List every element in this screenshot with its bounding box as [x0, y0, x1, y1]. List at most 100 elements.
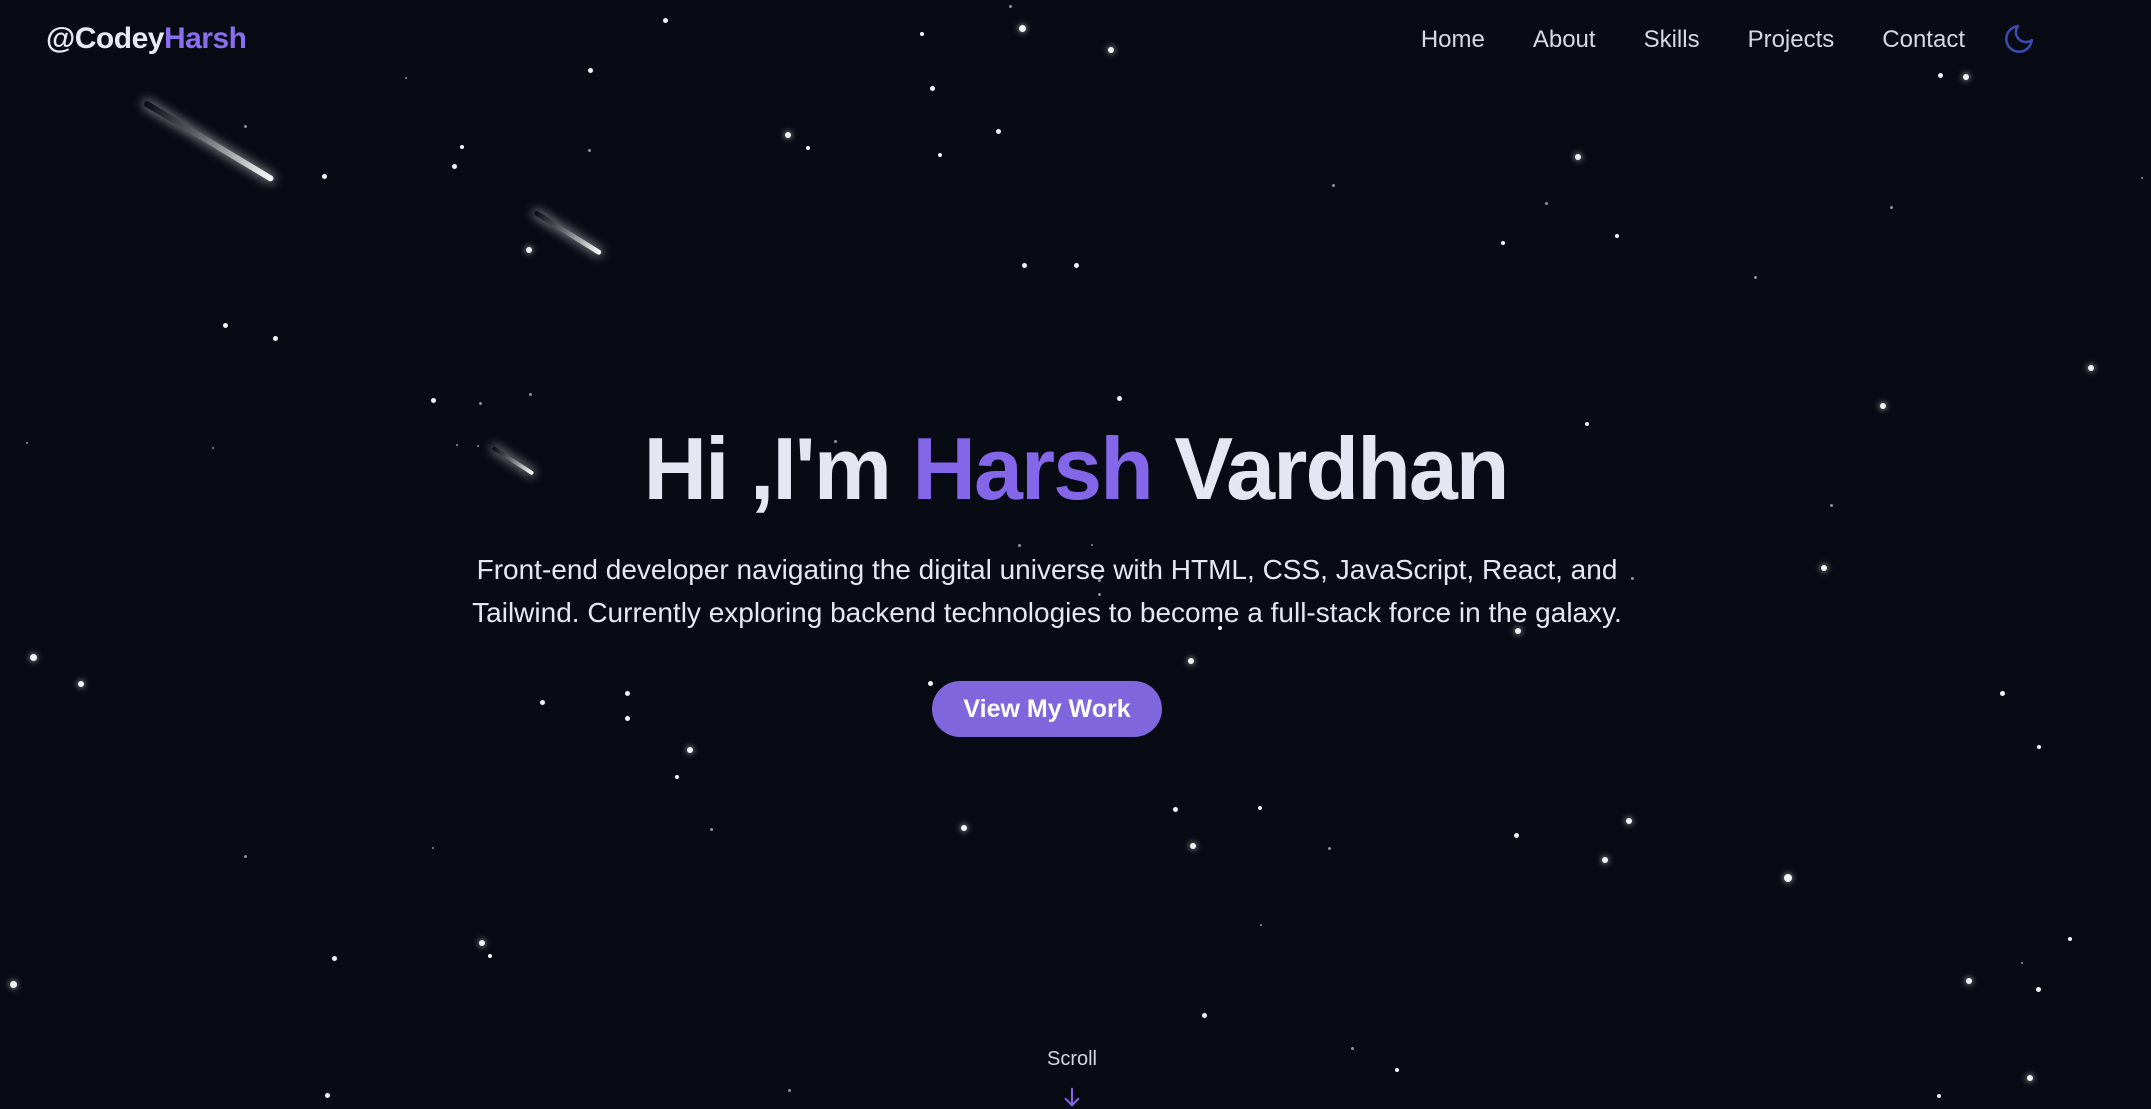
star [1626, 818, 1632, 824]
star [1116, 395, 1122, 401]
scroll-indicator-label[interactable]: Scroll [1022, 1048, 1122, 1071]
star [1753, 275, 1757, 279]
star [785, 132, 791, 138]
theme-toggle-button[interactable] [2002, 22, 2036, 56]
star [587, 67, 593, 73]
hero-greeting: Hi ,I'm [643, 419, 892, 518]
star [1513, 832, 1519, 838]
star [1190, 843, 1196, 849]
star [675, 775, 679, 779]
star [9, 980, 17, 988]
logo-name: Harsh [163, 22, 247, 55]
view-my-work-button[interactable]: View My Work [932, 681, 1162, 737]
hero-subtitle: Front-end developer navigating the digit… [472, 554, 1622, 628]
star [687, 747, 693, 753]
star [709, 827, 713, 831]
star [1172, 806, 1178, 812]
star [243, 124, 247, 128]
star [324, 1092, 330, 1098]
star [405, 77, 407, 79]
star [1602, 857, 1608, 863]
star [1501, 241, 1505, 245]
star [1327, 846, 1331, 850]
star [2021, 962, 2023, 964]
star [432, 847, 434, 849]
star [1937, 1094, 1941, 1098]
star [1008, 4, 1012, 8]
nav-link-projects[interactable]: Projects [1748, 26, 1835, 54]
star [1260, 924, 1262, 926]
star [243, 854, 247, 858]
star [1395, 1068, 1399, 1072]
nav-link-skills[interactable]: Skills [1644, 26, 1700, 54]
hero-last-name: Vardhan [1174, 419, 1509, 518]
star [1073, 262, 1079, 268]
star [2141, 177, 2143, 179]
star [806, 146, 810, 150]
star [526, 247, 532, 253]
star [1021, 262, 1027, 268]
star [29, 653, 37, 661]
star [929, 85, 935, 91]
main-nav: Home About Skills Projects Contact [1421, 26, 1965, 54]
star [961, 825, 967, 831]
nav-link-home[interactable]: Home [1421, 26, 1485, 54]
logo-prefix: @Codey [46, 22, 164, 55]
star [1575, 154, 1581, 160]
nav-link-about[interactable]: About [1533, 26, 1596, 54]
star [1784, 874, 1792, 882]
star [488, 954, 492, 958]
star [331, 955, 337, 961]
star [222, 322, 228, 328]
star [1880, 403, 1886, 409]
star [1188, 658, 1194, 664]
star [1999, 690, 2005, 696]
star [430, 397, 436, 403]
star [1018, 24, 1026, 32]
star [78, 681, 84, 687]
star [1108, 47, 1114, 53]
star [2027, 1075, 2033, 1081]
star [1258, 806, 1262, 810]
arrow-down-icon[interactable] [1061, 1086, 1083, 1108]
star [938, 153, 942, 157]
star [1017, 543, 1021, 547]
star [1544, 201, 1548, 205]
star [539, 699, 545, 705]
star [995, 128, 1001, 134]
star [624, 690, 630, 696]
star [460, 145, 464, 149]
star [479, 940, 485, 946]
star [920, 32, 924, 36]
star [528, 392, 532, 396]
star [1937, 72, 1943, 78]
star [927, 680, 933, 686]
hero-first-name: Harsh [912, 419, 1153, 518]
star [2035, 986, 2041, 992]
star [1963, 74, 1969, 80]
star [2037, 745, 2041, 749]
site-logo[interactable]: @CodeyHarsh [46, 22, 247, 56]
star [2068, 937, 2072, 941]
page: @CodeyHarsh Home About Skills Projects C… [0, 0, 2151, 1109]
star [1350, 1046, 1354, 1050]
star [272, 335, 278, 341]
star [478, 401, 482, 405]
star [1201, 1012, 1207, 1018]
star [587, 148, 591, 152]
star [1821, 565, 1827, 571]
star [451, 163, 457, 169]
star [662, 17, 668, 23]
star [1889, 205, 1893, 209]
star [1091, 544, 1093, 546]
star [1966, 978, 1972, 984]
hero-title: Hi ,I'm Harsh Vardhan [0, 418, 2151, 520]
nav-link-contact[interactable]: Contact [1882, 26, 1965, 54]
star [1331, 183, 1335, 187]
star [624, 715, 630, 721]
star [321, 173, 327, 179]
star [787, 1088, 791, 1092]
star [2088, 365, 2094, 371]
star [1615, 234, 1619, 238]
moon-icon [2005, 24, 2034, 53]
